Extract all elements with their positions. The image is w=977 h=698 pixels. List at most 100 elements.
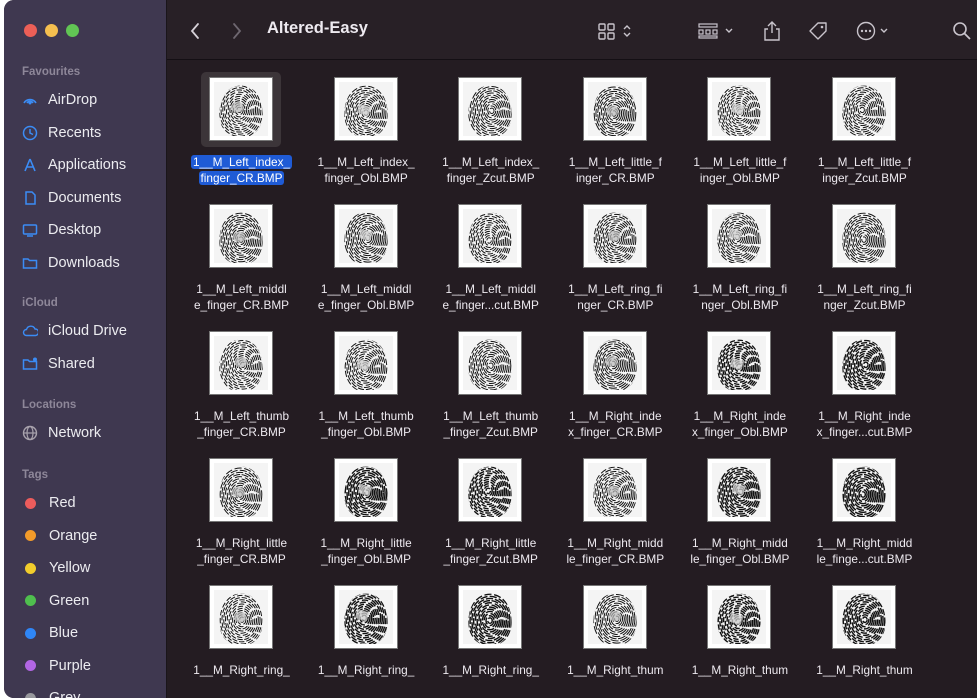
sidebar-item-grey[interactable]: Grey xyxy=(22,686,80,698)
file-item[interactable]: 1__M_Right_thum xyxy=(677,568,802,698)
file-name: 1__M_Right_little _finger_Obl.BMP xyxy=(304,535,429,567)
sidebar-item-shared[interactable]: Shared xyxy=(22,352,95,376)
file-item[interactable]: 1__M_Right_midd le_finger_Obl.BMP xyxy=(677,441,802,571)
file-item[interactable]: 1__M_Right_inde x_finger_Obl.BMP xyxy=(677,314,802,444)
file-thumbnail-wrapper xyxy=(201,199,281,274)
file-item[interactable]: 1__M_Left_ring_fi nger_Zcut.BMP xyxy=(802,187,927,317)
file-name-line: 1__M_Left_thumb xyxy=(193,409,290,423)
sidebar-item-label: Orange xyxy=(49,527,98,544)
file-name-line: nger_Zcut.BMP xyxy=(823,298,906,312)
file-name-line: 1__M_Right_ring_ xyxy=(317,663,415,677)
file-item[interactable]: 1__M_Left_middl e_finger_CR.BMP xyxy=(179,187,304,317)
file-item[interactable]: 1__M_Left_thumb _finger_Obl.BMP xyxy=(304,314,429,444)
sidebar-item-airdrop[interactable]: AirDrop xyxy=(22,88,97,112)
file-item[interactable]: 1__M_Left_thumb _finger_CR.BMP xyxy=(179,314,304,444)
sidebar-item-icloud-drive[interactable]: iCloud Drive xyxy=(22,319,127,343)
file-item[interactable]: 1__M_Right_ring_ xyxy=(304,568,429,698)
forward-button[interactable] xyxy=(231,18,243,44)
file-name-line: 1__M_Right_midd xyxy=(816,536,913,550)
file-item[interactable]: 1__M_Right_thum xyxy=(553,568,678,698)
file-name-line: 1__M_Left_middl xyxy=(320,282,412,296)
share-button[interactable] xyxy=(762,18,782,44)
file-thumbnail xyxy=(832,458,896,522)
file-thumbnail xyxy=(707,458,772,522)
file-item[interactable]: 1__M_Left_ring_fi nger_Obl.BMP xyxy=(677,187,802,317)
main-content: Altered-Easy 1__M_Left_index_ finger_CR.… xyxy=(167,0,977,698)
file-name: 1__M_Left_ring_fi nger_CR.BMP xyxy=(553,281,678,313)
file-item[interactable]: 1__M_Right_ring_ xyxy=(179,568,304,698)
file-thumbnail-wrapper xyxy=(326,72,406,147)
file-item[interactable]: 1__M_Left_index_ finger_CR.BMP xyxy=(179,60,304,190)
file-item[interactable]: 1__M_Right_ring_ xyxy=(428,568,553,698)
more-actions-button[interactable] xyxy=(855,18,895,44)
sidebar-item-label: Grey xyxy=(49,690,81,698)
sidebar-item-desktop[interactable]: Desktop xyxy=(22,218,101,242)
minimize-window-button[interactable] xyxy=(45,24,58,37)
file-item[interactable]: 1__M_Right_little _finger_Obl.BMP xyxy=(304,441,429,571)
file-thumbnail xyxy=(333,77,398,141)
file-name: 1__M_Left_middl e_finger...cut.BMP xyxy=(428,281,553,313)
file-name: 1__M_Right_ring_ xyxy=(428,662,553,678)
file-name-line: 1__M_Left_index_ xyxy=(317,155,415,169)
file-name: 1__M_Right_thum xyxy=(553,662,678,678)
tag-button[interactable] xyxy=(807,18,829,44)
sidebar: Favourites iCloud Locations Tags AirDrop… xyxy=(4,0,167,698)
sidebar-item-green[interactable]: Green xyxy=(22,589,89,613)
file-thumbnail-wrapper xyxy=(450,580,530,655)
file-thumbnail-wrapper xyxy=(450,453,530,528)
file-name: 1__M_Right_midd le_finge...cut.BMP xyxy=(802,535,927,567)
file-item[interactable]: 1__M_Left_index_ finger_Zcut.BMP xyxy=(428,60,553,190)
file-thumbnail-wrapper xyxy=(450,326,530,401)
file-name: 1__M_Right_midd le_finger_CR.BMP xyxy=(553,535,678,567)
search-button[interactable] xyxy=(952,18,972,44)
file-name: 1__M_Left_middl e_finger_Obl.BMP xyxy=(304,281,429,313)
group-by-button[interactable] xyxy=(697,18,741,44)
file-item[interactable]: 1__M_Left_middl e_finger...cut.BMP xyxy=(428,187,553,317)
file-thumbnail xyxy=(832,204,896,268)
file-thumbnail-wrapper xyxy=(326,326,406,401)
file-thumbnail xyxy=(582,204,647,268)
sidebar-item-purple[interactable]: Purple xyxy=(22,654,91,678)
file-item[interactable]: 1__M_Left_little_f inger_CR.BMP xyxy=(553,60,678,190)
file-item[interactable]: 1__M_Left_little_f inger_Obl.BMP xyxy=(677,60,802,190)
file-name: 1__M_Left_thumb _finger_CR.BMP xyxy=(179,408,304,440)
file-item[interactable]: 1__M_Left_ring_fi nger_CR.BMP xyxy=(553,187,678,317)
file-item[interactable]: 1__M_Right_inde x_finger...cut.BMP xyxy=(802,314,927,444)
close-window-button[interactable] xyxy=(24,24,37,37)
sidebar-item-orange[interactable]: Orange xyxy=(22,524,97,548)
file-thumbnail xyxy=(333,204,398,268)
file-item[interactable]: 1__M_Right_thum xyxy=(802,568,927,698)
file-item[interactable]: 1__M_Right_little _finger_CR.BMP xyxy=(179,441,304,571)
sidebar-item-red[interactable]: Red xyxy=(22,491,76,515)
sidebar-item-downloads[interactable]: Downloads xyxy=(22,251,120,275)
airdrop-icon xyxy=(22,92,38,108)
file-item[interactable]: 1__M_Left_thumb _finger_Zcut.BMP xyxy=(428,314,553,444)
file-name-line: 1__M_Right_inde xyxy=(693,409,787,423)
sidebar-item-blue[interactable]: Blue xyxy=(22,621,78,645)
file-item[interactable]: 1__M_Right_midd le_finger_CR.BMP xyxy=(553,441,678,571)
view-options-button[interactable] xyxy=(597,18,637,44)
file-thumbnail-wrapper xyxy=(699,199,779,274)
sidebar-item-applications[interactable]: Applications xyxy=(22,153,126,177)
file-thumbnail xyxy=(707,204,772,268)
file-item[interactable]: 1__M_Left_middl e_finger_Obl.BMP xyxy=(304,187,429,317)
file-thumbnail xyxy=(707,585,772,649)
file-thumbnail xyxy=(458,204,523,268)
file-name-line: le_finger_CR.BMP xyxy=(566,552,665,566)
file-item[interactable]: 1__M_Left_little_f inger_Zcut.BMP xyxy=(802,60,927,190)
sidebar-item-recents[interactable]: Recents xyxy=(22,121,101,145)
file-name-line: 1__M_Left_middl xyxy=(196,282,287,296)
sidebar-item-documents[interactable]: Documents xyxy=(22,186,121,210)
downloads-folder-icon xyxy=(22,255,38,271)
file-item[interactable]: 1__M_Right_midd le_finge...cut.BMP xyxy=(802,441,927,571)
file-item[interactable]: 1__M_Left_index_ finger_Obl.BMP xyxy=(304,60,429,190)
sidebar-item-yellow[interactable]: Yellow xyxy=(22,556,90,580)
file-name-line: _finger_Zcut.BMP xyxy=(443,425,538,439)
file-item[interactable]: 1__M_Right_little _finger_Zcut.BMP xyxy=(428,441,553,571)
zoom-window-button[interactable] xyxy=(66,24,79,37)
file-thumbnail-wrapper xyxy=(824,72,904,147)
file-item[interactable]: 1__M_Right_inde x_finger_CR.BMP xyxy=(553,314,678,444)
file-name: 1__M_Left_thumb _finger_Zcut.BMP xyxy=(428,408,553,440)
sidebar-item-network[interactable]: Network xyxy=(22,421,101,445)
back-button[interactable] xyxy=(189,18,201,44)
